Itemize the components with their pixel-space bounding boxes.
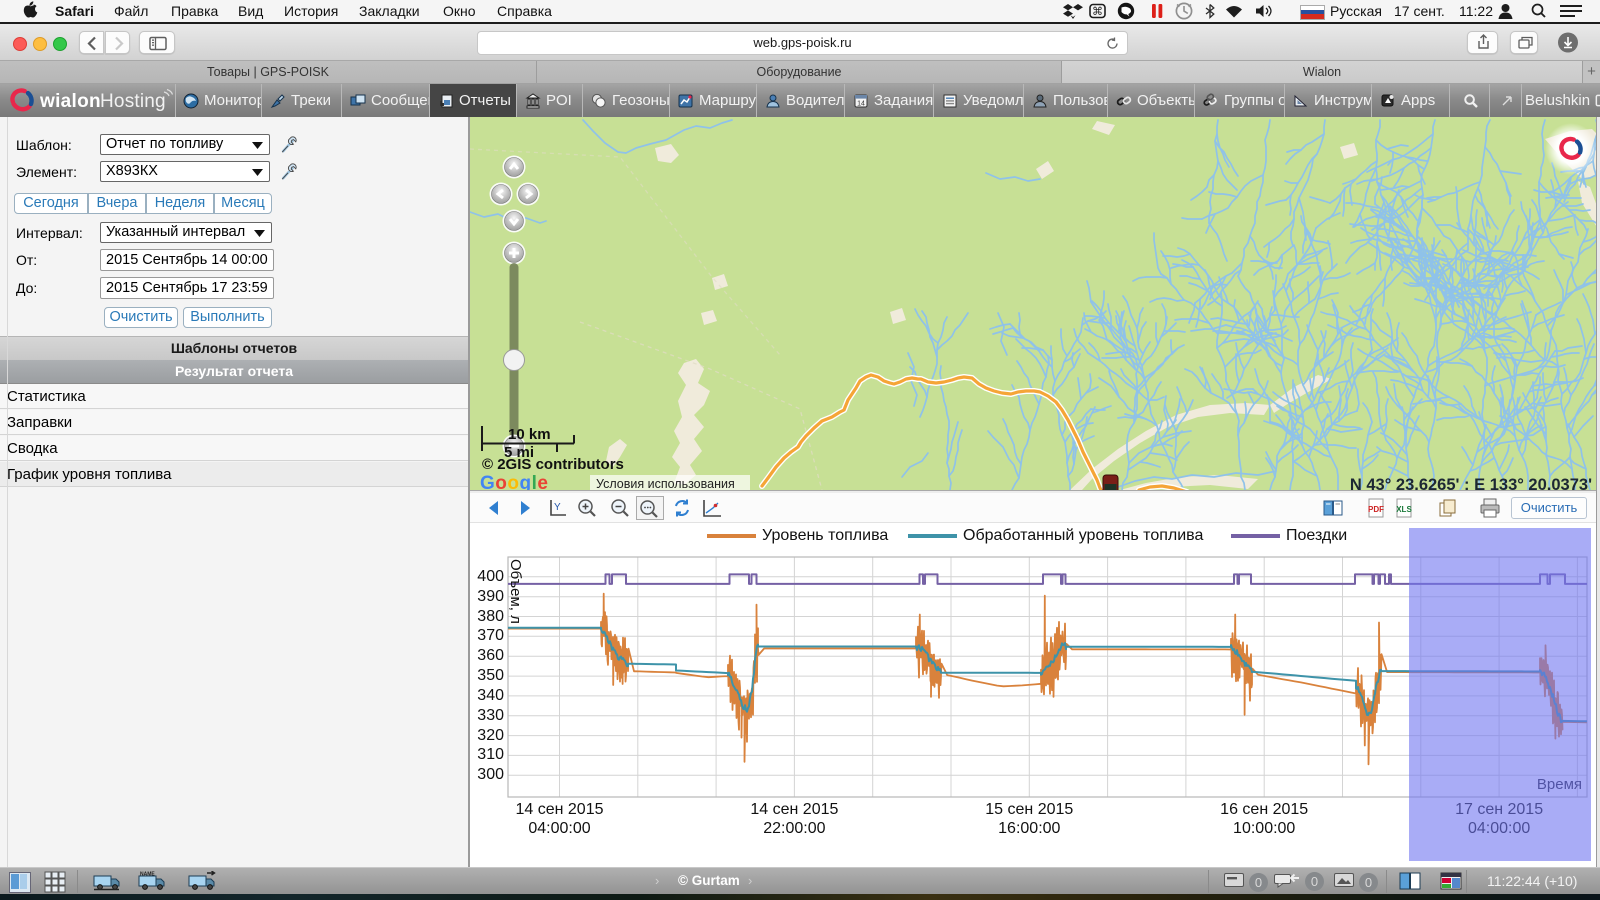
svg-text:14: 14 <box>857 100 865 107</box>
svg-text:⌘: ⌘ <box>1092 6 1103 18</box>
svg-text:Условия использования: Условия использования <box>596 477 735 490</box>
svg-text:© 2GIS contributors: © 2GIS contributors <box>482 456 624 473</box>
svg-text:N 43° 23.6265' : E 133° 20.037: N 43° 23.6265' : E 133° 20.0373' <box>1350 476 1592 490</box>
svg-text:NAME: NAME <box>140 872 155 878</box>
svg-text:Hosting: Hosting <box>100 91 166 112</box>
svg-text:10 km: 10 km <box>508 426 551 443</box>
svg-text:Google: Google <box>480 473 548 490</box>
svg-text:wialon: wialon <box>39 91 101 112</box>
